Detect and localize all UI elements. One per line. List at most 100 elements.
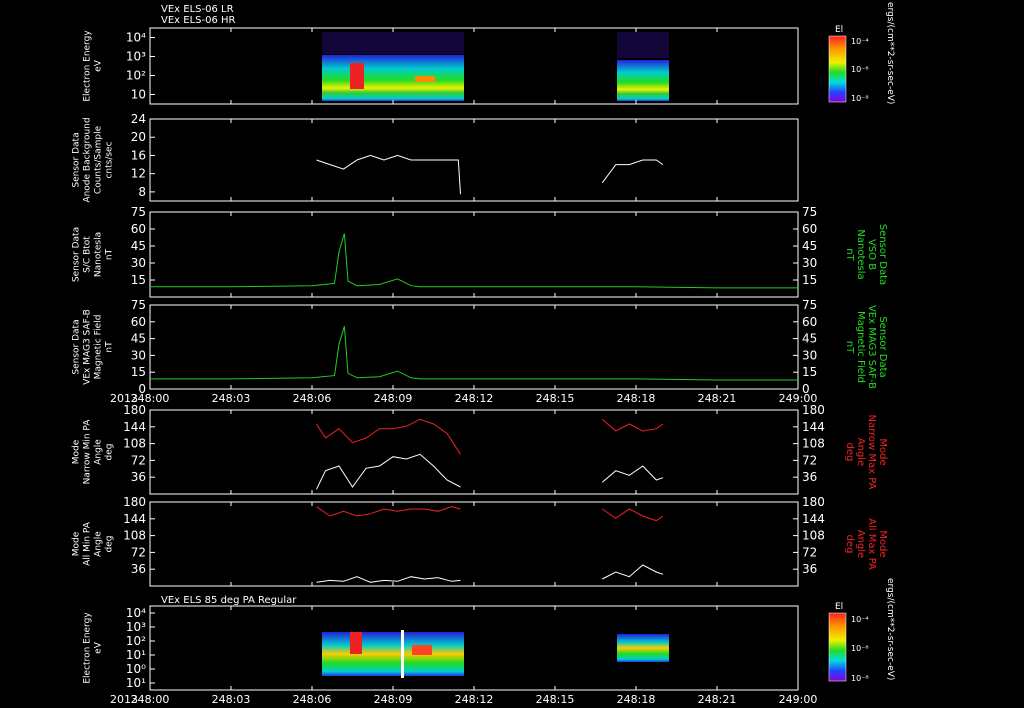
- colorbar-top: El 10⁻⁴ 10⁻⁶ 10⁻⁸ ergs/(cm**2-sr-sec-eV): [828, 2, 895, 104]
- panel-frame-energy: [149, 27, 799, 105]
- x-tick-label: 248:18: [617, 392, 656, 405]
- y-axis-label-right-p3: nT: [844, 248, 855, 261]
- series-line-p6-2: [602, 508, 664, 522]
- colorbar-bottom-tick-3: 10⁻⁸: [851, 674, 869, 683]
- y-tick-label-right-p5: 180: [802, 403, 825, 417]
- y-axis-label-p2: Anode Background: [83, 117, 93, 202]
- y-tick-label-p6: 36: [131, 562, 146, 576]
- y-tick-label-right-p5: 36: [802, 470, 817, 484]
- y-tick-label-right-p6: 108: [802, 529, 825, 543]
- y-tick-label-p5: 36: [131, 470, 146, 484]
- y-tick-label-right-p6: 144: [802, 512, 825, 526]
- x-tick-label: 248:15: [536, 693, 575, 706]
- x-tick-label: 248:06: [293, 693, 332, 706]
- y-tick-label-right-p3: 60: [802, 222, 817, 236]
- y-axis-label-p4: VEx MAG3 SAF-B: [83, 309, 93, 385]
- panel-frame-all-pa: [149, 501, 799, 587]
- y-axis-label-right-p3: Nanotesla: [855, 229, 866, 279]
- y-axis-label-p4: Magnetic Field: [94, 315, 104, 380]
- y-tick-label-right-p4: 45: [802, 332, 817, 346]
- spectrogram-hotspot: [350, 63, 364, 89]
- y-axis-label-p7: eV: [94, 641, 104, 654]
- y-tick-label-p1: 10⁴: [126, 31, 146, 45]
- series-line-p2-1: [316, 154, 461, 195]
- series-line-p5-1: [316, 418, 461, 455]
- spectrogram85-hotspot-2: [412, 645, 432, 655]
- y-tick-label-p4: 75: [131, 298, 146, 312]
- y-tick-label-p4: 30: [131, 348, 146, 362]
- spectrogram-block-2: [617, 60, 669, 101]
- spectrogram85-block-1: [322, 632, 464, 676]
- y-axis-label-right-p4: Magnetic Field: [855, 311, 866, 383]
- spectrogram-energy-85: [322, 630, 669, 678]
- instrument-title-lr: VEx ELS-06 LR: [161, 4, 234, 15]
- y-tick-label-p1: 10³: [126, 50, 146, 64]
- x-tick-label: 248:21: [698, 392, 737, 405]
- y-axis-label-right-p4: nT: [844, 341, 855, 354]
- y-axis-label-p5: Angle: [94, 439, 104, 465]
- y-tick-label-right-p6: 180: [802, 495, 825, 509]
- y-tick-label-p3: 30: [131, 256, 146, 270]
- series-line-p6-1: [316, 506, 461, 517]
- x-tick-label: 248:00: [131, 693, 170, 706]
- y-tick-label-p7: 10¹: [126, 676, 146, 690]
- y-axis-label-p6: All Min PA: [83, 521, 93, 566]
- y-axis-label-p1: eV: [94, 59, 104, 72]
- panel-frame-narrow-pa: [149, 409, 799, 495]
- y-tick-label-p7: 10⁰: [126, 662, 146, 676]
- y-tick-label-p6: 144: [123, 512, 146, 526]
- y-axis-label-p3: Sensor Data: [72, 227, 82, 282]
- y-tick-label-p4: 15: [131, 365, 146, 379]
- y-axis-label-p3: Nanotesla: [94, 232, 104, 277]
- y-tick-label-p7: 10¹: [126, 648, 146, 662]
- colorbar-top-tick-1: 10⁻⁴: [851, 37, 869, 46]
- x-tick-label: 248:06: [293, 392, 332, 405]
- y-tick-label-right-p6: 36: [802, 562, 817, 576]
- y-axis-label-p5: deg: [105, 444, 115, 461]
- y-tick-label-p2: 12: [131, 167, 146, 181]
- y-tick-label-p2: 20: [131, 130, 146, 144]
- y-axis-label-right-p6: Angle: [855, 530, 866, 558]
- colorbar-top-tick-2: 10⁻⁶: [851, 65, 869, 74]
- plot-canvas: VEx ELS-06 LR VEx ELS-06 HR VEx ELS 85 d…: [72, 2, 896, 706]
- series-line-p6-4: [602, 564, 664, 580]
- series-layer: [150, 154, 798, 583]
- y-axis-label-right-p5: Angle: [855, 438, 866, 466]
- y-tick-label-p6: 108: [123, 529, 146, 543]
- colorbar-top-unit: ergs/(cm**2-sr-sec-eV): [885, 2, 895, 104]
- panel-frame-btot: [149, 211, 799, 298]
- y-axis-label-p6: Angle: [94, 531, 104, 557]
- colorbar-bottom: El 10⁻⁴ 10⁻⁶ 10⁻⁸ ergs/(cm**2-sr-sec-eV): [828, 578, 895, 683]
- x-tick-label: 249:00: [779, 392, 818, 405]
- y-tick-label-p1: 10²: [126, 69, 146, 83]
- y-tick-label-right-p4: 15: [802, 365, 817, 379]
- colorbar-top-gradient: [828, 35, 847, 103]
- y-tick-label-right-p3: 30: [802, 256, 817, 270]
- panel-frame-energy-85: [149, 605, 799, 691]
- y-axis-label-p3: nT: [105, 248, 115, 260]
- y-axis-label-p2: Sensor Data: [72, 132, 82, 187]
- spectrogram-hotspot-2: [415, 76, 435, 82]
- y-axis-label-p6: Mode: [72, 531, 82, 556]
- panel7-title: VEx ELS 85 deg PA Regular: [161, 595, 297, 606]
- x-tick-label: 248:21: [698, 693, 737, 706]
- colorbar-bottom-unit: ergs/(cm**2-sr-sec-eV): [885, 578, 895, 680]
- y-axis-label-right-p3: Sensor Data: [877, 224, 888, 285]
- instrument-title-hr: VEx ELS-06 HR: [161, 15, 236, 26]
- x-tick-label: 248:03: [212, 693, 251, 706]
- y-axis-label-p2: cnts/sec: [105, 141, 115, 178]
- y-tick-label-p6: 180: [123, 495, 146, 509]
- y-tick-label-right-p4: 60: [802, 315, 817, 329]
- y-tick-label-right-p3: 15: [802, 273, 817, 287]
- colorbar-bottom-tick-2: 10⁻⁶: [851, 644, 869, 653]
- y-tick-label-p5: 72: [131, 453, 146, 467]
- y-tick-label-right-p5: 144: [802, 420, 825, 434]
- y-axis-label-p3: S/C Btot: [83, 236, 93, 273]
- y-tick-label-right-p5: 108: [802, 437, 825, 451]
- x-tick-label: 248:15: [536, 392, 575, 405]
- y-tick-label-p3: 15: [131, 273, 146, 287]
- y-axis-label-right-p6: deg: [844, 535, 855, 554]
- y-axis-label-right-p5: Mode: [877, 438, 888, 465]
- y-tick-label-p3: 45: [131, 239, 146, 253]
- series-line-p4-1: [150, 326, 798, 381]
